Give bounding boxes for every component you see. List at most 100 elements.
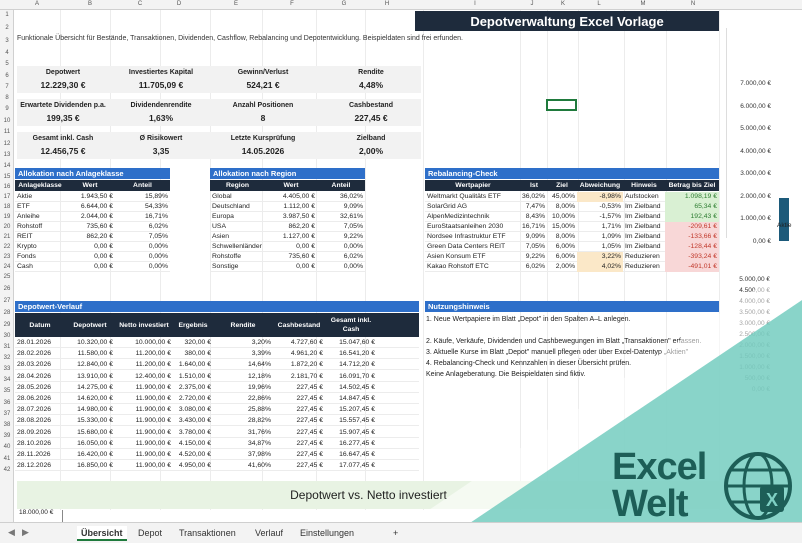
row-number[interactable]: 8 [0,95,14,101]
alloc-class-row[interactable]: Aktie 1.943,50 € 15,89% [15,192,170,202]
alloc-region-row[interactable]: Schwellenländer 0,00 € 0,00% [210,242,365,252]
alloc-region-row[interactable]: USA 862,20 € 7,05% [210,222,365,232]
kpi-value-cash[interactable]: 227,45 € [316,113,426,123]
row-number[interactable]: 20 [0,224,14,230]
verlauf-row[interactable]: 28.04.2026 13.910,00 € 12.400,00 € 1.510,00… [15,372,419,382]
kpi-value-rendite[interactable]: 4,48% [316,80,426,90]
alloc-region-row[interactable]: Sonstige 0,00 € 0,00% [210,262,365,272]
rebalancing-row[interactable]: AlpenMedizintechnik 8,43% 10,00% -1,57% Im Z… [425,211,719,222]
col-C[interactable]: C [133,1,147,7]
col-N[interactable]: N [686,1,700,7]
row-number[interactable]: 18 [0,204,14,210]
row-number[interactable]: 28 [0,310,14,316]
kpi-value-risiko[interactable]: 3,35 [106,146,216,156]
col-D[interactable]: D [172,1,186,7]
alloc-region-row[interactable]: Deutschland 1.112,00 € 9,09% [210,202,365,212]
add-sheet-button[interactable]: + [389,526,402,541]
row-number[interactable]: 27 [0,298,14,304]
row-number[interactable]: 5 [0,61,14,67]
side-chart-class[interactable]: 7.000,00 € 6.000,00 € 5.000,00 € 4.000,00 €… [726,28,802,245]
verlauf-row[interactable]: 28.02.2026 11.580,00 € 11.200,00 € 380,00 €… [15,349,419,360]
rebalancing-row[interactable]: SolarGrid AG 7,47% 8,00% -0,53% Im Zielband 6… [425,201,719,212]
row-number[interactable]: 35 [0,388,14,394]
verlauf-row[interactable]: 28.07.2026 14.980,00 € 11.900,00 € 3.080,00… [15,405,419,416]
tab-depot[interactable]: Depot [134,526,166,541]
col-E[interactable]: E [229,1,243,7]
verlauf-row[interactable]: 28.08.2026 15.330,00 € 11.900,00 € 3.430,00… [15,416,419,427]
kpi-value-gewinn[interactable]: 524,21 € [208,80,318,90]
row-number[interactable]: 30 [0,333,14,339]
row-number[interactable]: 32 [0,355,14,361]
row-number[interactable]: 16 [0,184,14,190]
rebalancing-row[interactable]: Weltmarkt Qualitäts ETF 36,02% 45,00% -8,98… [425,191,719,202]
kpi-value-zielband[interactable]: 2,00% [316,146,426,156]
kpi-value-kurspruefung[interactable]: 14.05.2026 [208,146,318,156]
row-number[interactable]: 26 [0,286,14,292]
rebalancing-row[interactable]: Kakao Rohstoff ETC 6,02% 2,00% 4,02% Reduzie… [425,261,719,272]
row-number[interactable]: 14 [0,163,14,169]
alloc-class-row[interactable]: REIT 862,20 € 7,05% [15,232,170,242]
row-number[interactable]: 38 [0,422,14,428]
prev-sheet-icon[interactable]: ◀ [8,527,15,538]
col-K[interactable]: K [556,1,570,7]
row-number[interactable]: 17 [0,194,14,200]
col-G[interactable]: G [337,1,351,7]
col-A[interactable]: A [30,1,44,7]
row-number[interactable]: 41 [0,456,14,462]
col-F[interactable]: F [285,1,299,7]
alloc-region-row[interactable]: Rohstoffe 735,60 € 6,02% [210,252,365,262]
tab-verlauf[interactable]: Verlauf [251,526,287,541]
row-number[interactable]: 39 [0,433,14,439]
row-number[interactable]: 29 [0,322,14,328]
verlauf-row[interactable]: 28.09.2026 15.680,00 € 11.900,00 € 3.780,00… [15,428,419,438]
row-number[interactable]: 34 [0,377,14,383]
tab-transaktionen[interactable]: Transaktionen [175,526,240,541]
row-number[interactable]: 36 [0,400,14,406]
row-number[interactable]: 24 [0,264,14,270]
kpi-value-gesamt[interactable]: 12.456,75 € [8,146,118,156]
rebalancing-row[interactable]: EuroStaatsanleihen 2030 16,71% 15,00% 1,71%… [425,221,719,232]
row-number[interactable]: 22 [0,244,14,250]
row-number[interactable]: 37 [0,411,14,417]
verlauf-row[interactable]: 28.01.2026 10.320,00 € 10.000,00 € 320,00 €… [15,338,419,348]
row-number[interactable]: 1 [0,12,14,18]
side-chart-region[interactable]: 5.000,00 € 4.500,00 € 4.000,00 € 3.500,00 €… [726,275,802,393]
tab-uebersicht[interactable]: Übersicht [77,526,127,541]
row-number[interactable]: 23 [0,254,14,260]
alloc-class-row[interactable]: Anleihe 2.044,00 € 16,71% [15,212,170,222]
rebalancing-row[interactable]: Nordsee Infrastruktur ETF 9,09% 8,00% 1,09%… [425,231,719,242]
verlauf-row[interactable]: 28.10.2026 16.050,00 € 11.900,00 € 4.150,00… [15,439,419,449]
row-number[interactable]: 2 [0,25,14,31]
selected-cell[interactable] [546,99,577,111]
col-B[interactable]: B [83,1,97,7]
tab-einstellungen[interactable]: Einstellungen [296,526,358,541]
row-number[interactable]: 21 [0,234,14,240]
row-number[interactable]: 31 [0,344,14,350]
row-number[interactable]: 15 [0,174,14,180]
rebalancing-row[interactable]: Green Data Centers REIT 7,05% 6,00% 1,05% Im… [425,241,719,252]
row-number[interactable]: 3 [0,38,14,44]
row-number[interactable]: 40 [0,444,14,450]
alloc-class-row[interactable]: Rohstoff 735,60 € 6,02% [15,222,170,232]
col-J[interactable]: J [525,1,539,7]
kpi-value-positionen[interactable]: 8 [208,113,318,123]
row-number[interactable]: 33 [0,366,14,372]
kpi-value-divrendite[interactable]: 1,63% [106,113,216,123]
row-number[interactable]: 25 [0,274,14,280]
alloc-class-row[interactable]: Krypto 0,00 € 0,00% [15,242,170,252]
col-L[interactable]: L [592,1,606,7]
alloc-class-row[interactable]: Fonds 0,00 € 0,00% [15,252,170,262]
row-number[interactable]: 4 [0,50,14,56]
next-sheet-icon[interactable]: ▶ [22,527,29,538]
rebalancing-row[interactable]: Asien Konsum ETF 9,22% 6,00% 3,22% Reduziere… [425,251,719,262]
alloc-region-row[interactable]: Europa 3.987,50 € 32,61% [210,212,365,222]
alloc-class-row[interactable]: Cash 0,00 € 0,00% [15,262,170,272]
row-number[interactable]: 42 [0,467,14,473]
alloc-class-row[interactable]: ETF 6.644,00 € 54,33% [15,202,170,212]
kpi-value-dividenden[interactable]: 199,35 € [8,113,118,123]
row-number[interactable]: 19 [0,214,14,220]
alloc-region-row[interactable]: Asien 1.127,00 € 9,22% [210,232,365,242]
verlauf-row[interactable]: 28.12.2026 16.850,00 € 11.900,00 € 4.950,00… [15,461,419,472]
verlauf-row[interactable]: 28.11.2026 16.420,00 € 11.900,00 € 4.520,00… [15,450,419,460]
kpi-value-depotwert[interactable]: 12.229,30 € [8,80,118,90]
